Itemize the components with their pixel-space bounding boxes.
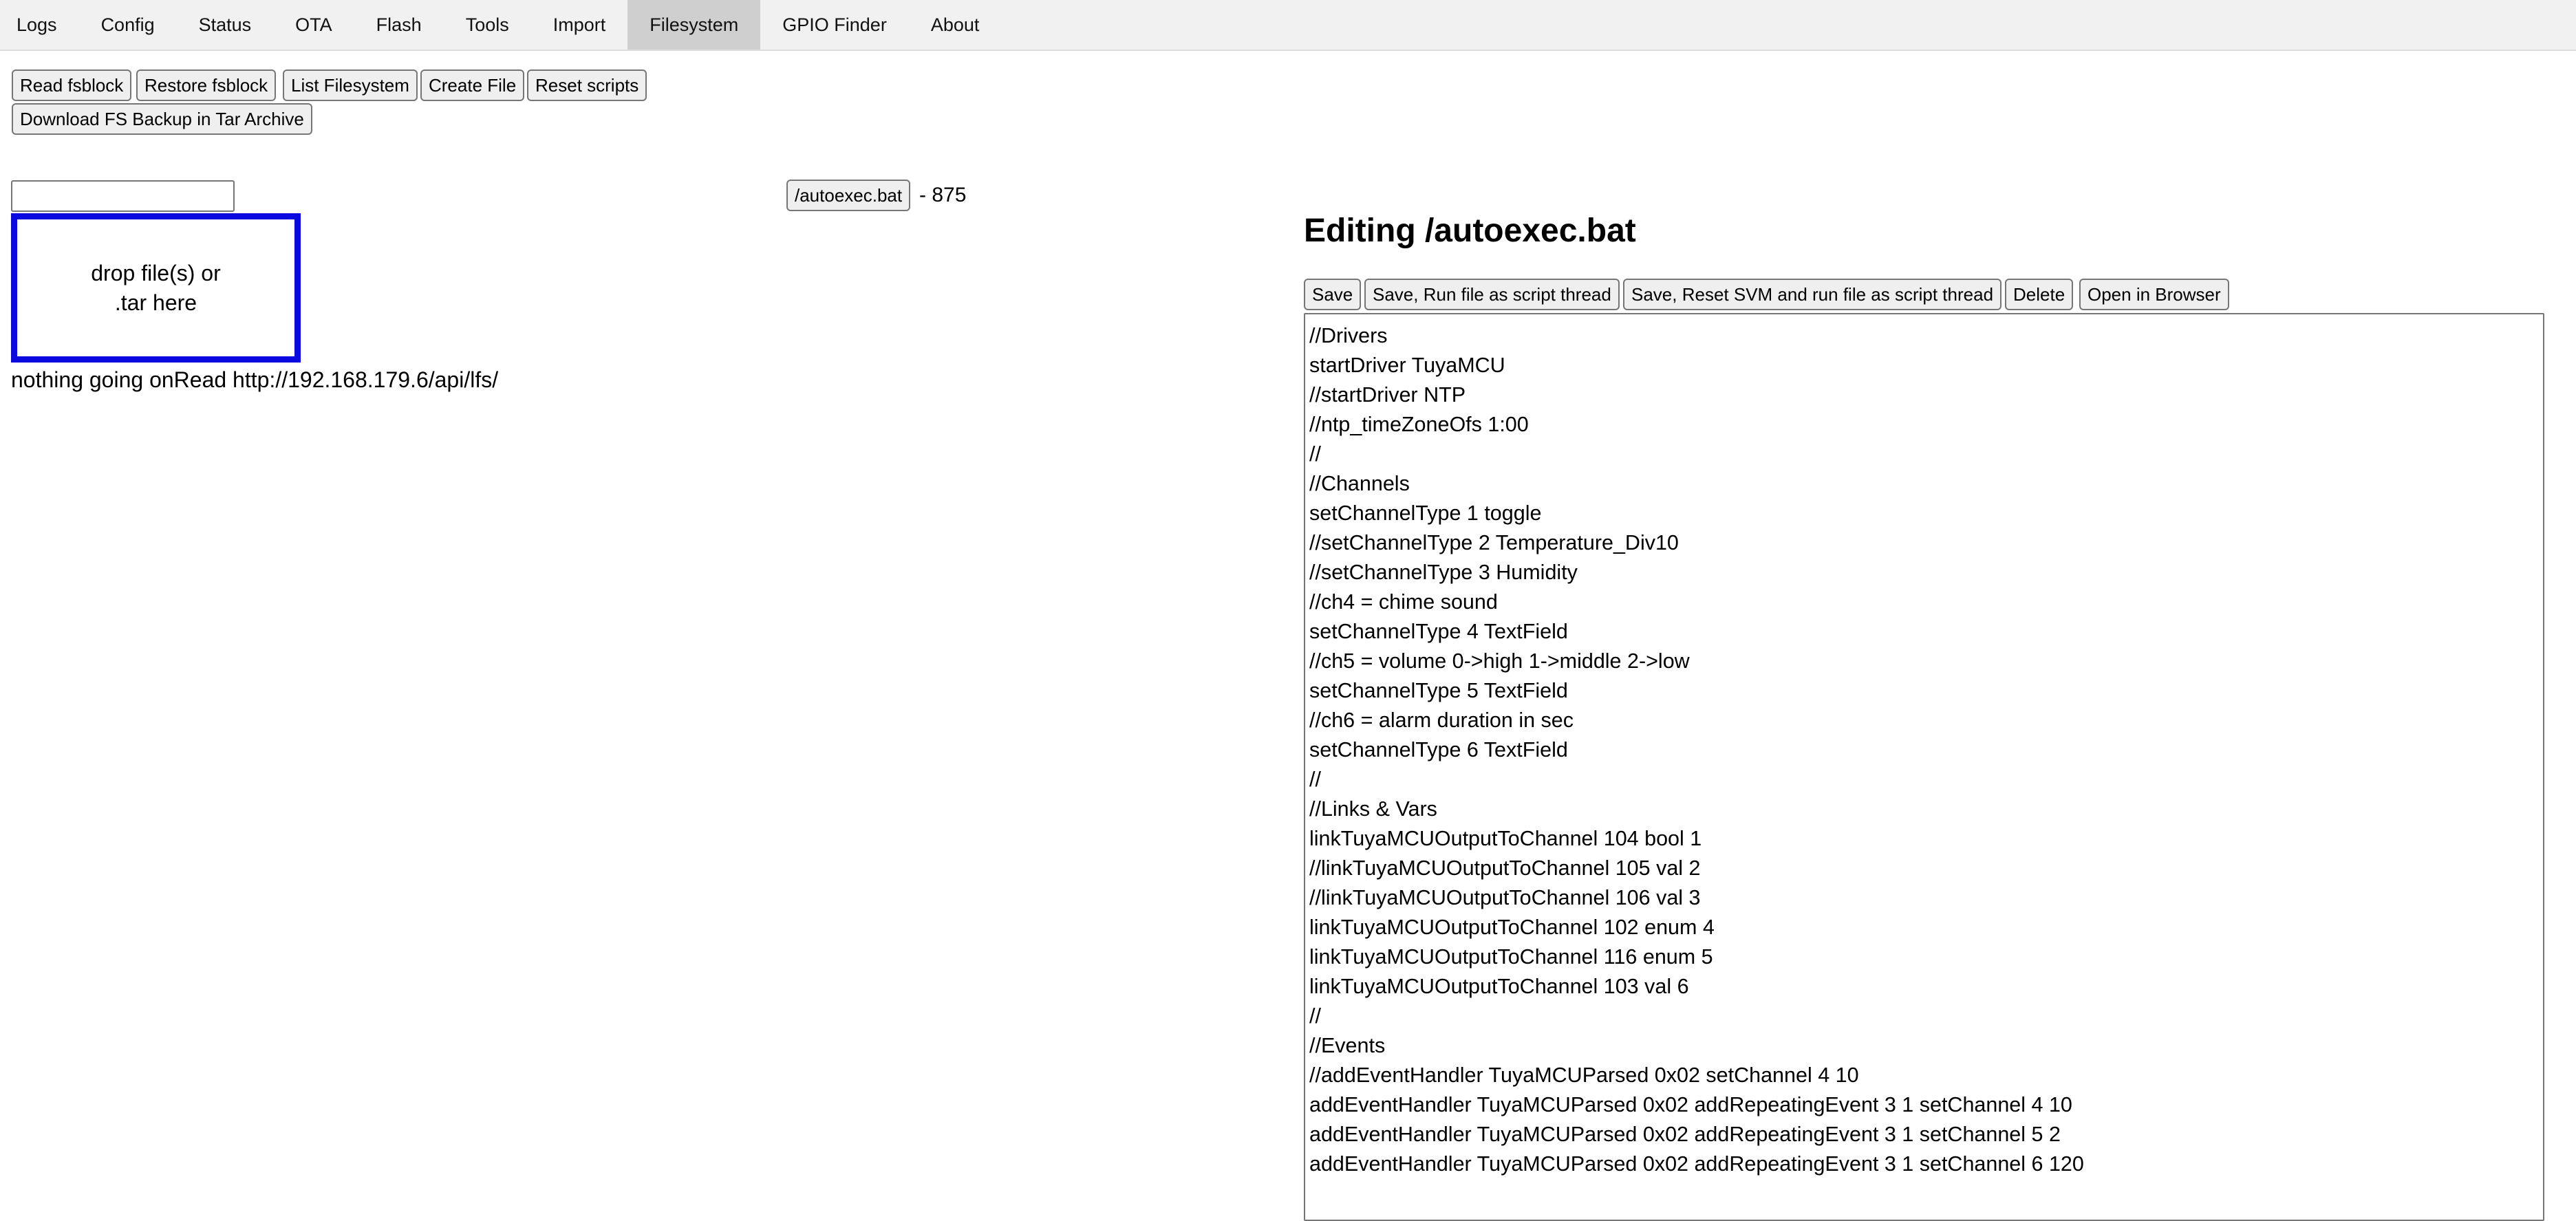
- code-line: linkTuyaMCUOutputToChannel 103 val 6: [1309, 975, 1689, 998]
- code-line: //ntp_timeZoneOfs 1:00: [1309, 413, 1529, 436]
- upload-status-text: nothing going onRead http://192.168.179.…: [11, 367, 499, 392]
- code-line: addEventHandler TuyaMCUParsed 0x02 addRe…: [1309, 1152, 2084, 1176]
- tab-logs[interactable]: Logs: [0, 0, 79, 50]
- code-line: //setChannelType 2 Temperature_Div10: [1309, 531, 1679, 554]
- tab-config[interactable]: Config: [79, 0, 177, 50]
- tab-about[interactable]: About: [909, 0, 1002, 50]
- top-nav: Logs Config Status OTA Flash Tools Impor…: [0, 0, 2576, 51]
- file-link-autoexec[interactable]: /autoexec.bat: [786, 180, 911, 211]
- create-file-button[interactable]: Create File: [420, 69, 525, 101]
- code-line: //Links & Vars: [1309, 797, 1437, 821]
- code-line: //linkTuyaMCUOutputToChannel 105 val 2: [1309, 856, 1701, 880]
- save-button[interactable]: Save: [1304, 279, 1362, 310]
- tab-status[interactable]: Status: [177, 0, 274, 50]
- list-filesystem-button[interactable]: List Filesystem: [283, 69, 418, 101]
- code-line: startDriver TuyaMCU: [1309, 354, 1505, 377]
- code-line: //: [1309, 442, 1321, 466]
- delete-button[interactable]: Delete: [2005, 279, 2074, 310]
- file-size-autoexec: - 875: [919, 184, 967, 206]
- code-line: //: [1309, 1004, 1321, 1028]
- open-in-browser-button[interactable]: Open in Browser: [2079, 279, 2229, 310]
- code-line: //Channels: [1309, 472, 1410, 495]
- code-line: linkTuyaMCUOutputToChannel 102 enum 4: [1309, 916, 1715, 939]
- code-line: setChannelType 4 TextField: [1309, 620, 1568, 643]
- filename-input[interactable]: [11, 180, 235, 212]
- tab-import[interactable]: Import: [531, 0, 628, 50]
- code-line: linkTuyaMCUOutputToChannel 116 enum 5: [1309, 945, 1713, 969]
- code-line: //ch4 = chime sound: [1309, 590, 1498, 614]
- code-line: //linkTuyaMCUOutputToChannel 106 val 3: [1309, 886, 1701, 909]
- code-line: //Events: [1309, 1034, 1386, 1057]
- tab-filesystem[interactable]: Filesystem: [627, 0, 761, 50]
- code-line: setChannelType 6 TextField: [1309, 738, 1568, 761]
- script-editor-textarea[interactable]: //Drivers startDriver TuyaMCU //startDrive…: [1304, 313, 2544, 1221]
- code-line: //ch5 = volume 0->high 1->middle 2->low: [1309, 649, 1690, 673]
- code-line: //startDriver NTP: [1309, 383, 1466, 407]
- dropzone-label: drop file(s) or .tar here: [91, 260, 221, 315]
- editor-title: Editing /autoexec.bat: [1304, 213, 1636, 249]
- code-line: linkTuyaMCUOutputToChannel 104 bool 1: [1309, 827, 1702, 850]
- code-line: //setChannelType 3 Humidity: [1309, 561, 1578, 584]
- code-line: setChannelType 1 toggle: [1309, 501, 1542, 525]
- download-backup-button[interactable]: Download FS Backup in Tar Archive: [12, 103, 312, 135]
- save-run-button[interactable]: Save, Run file as script thread: [1364, 279, 1620, 310]
- code-line: //ch6 = alarm duration in sec: [1309, 709, 1574, 732]
- tab-tools[interactable]: Tools: [444, 0, 531, 50]
- file-dropzone[interactable]: drop file(s) or .tar here: [11, 213, 301, 363]
- read-fsblock-button[interactable]: Read fsblock: [12, 69, 132, 101]
- tab-ota[interactable]: OTA: [273, 0, 354, 50]
- code-line: //Drivers: [1309, 324, 1388, 347]
- code-line: addEventHandler TuyaMCUParsed 0x02 addRe…: [1309, 1093, 2072, 1116]
- reset-scripts-button[interactable]: Reset scripts: [527, 69, 647, 101]
- code-line: //: [1309, 768, 1321, 791]
- code-line: //addEventHandler TuyaMCUParsed 0x02 set…: [1309, 1063, 1859, 1087]
- tab-gpio-finder[interactable]: GPIO Finder: [760, 0, 909, 50]
- code-line: addEventHandler TuyaMCUParsed 0x02 addRe…: [1309, 1123, 2061, 1146]
- code-line: setChannelType 5 TextField: [1309, 679, 1568, 702]
- save-reset-run-button[interactable]: Save, Reset SVM and run file as script t…: [1623, 279, 2002, 310]
- tab-flash[interactable]: Flash: [354, 0, 444, 50]
- restore-fsblock-button[interactable]: Restore fsblock: [136, 69, 277, 101]
